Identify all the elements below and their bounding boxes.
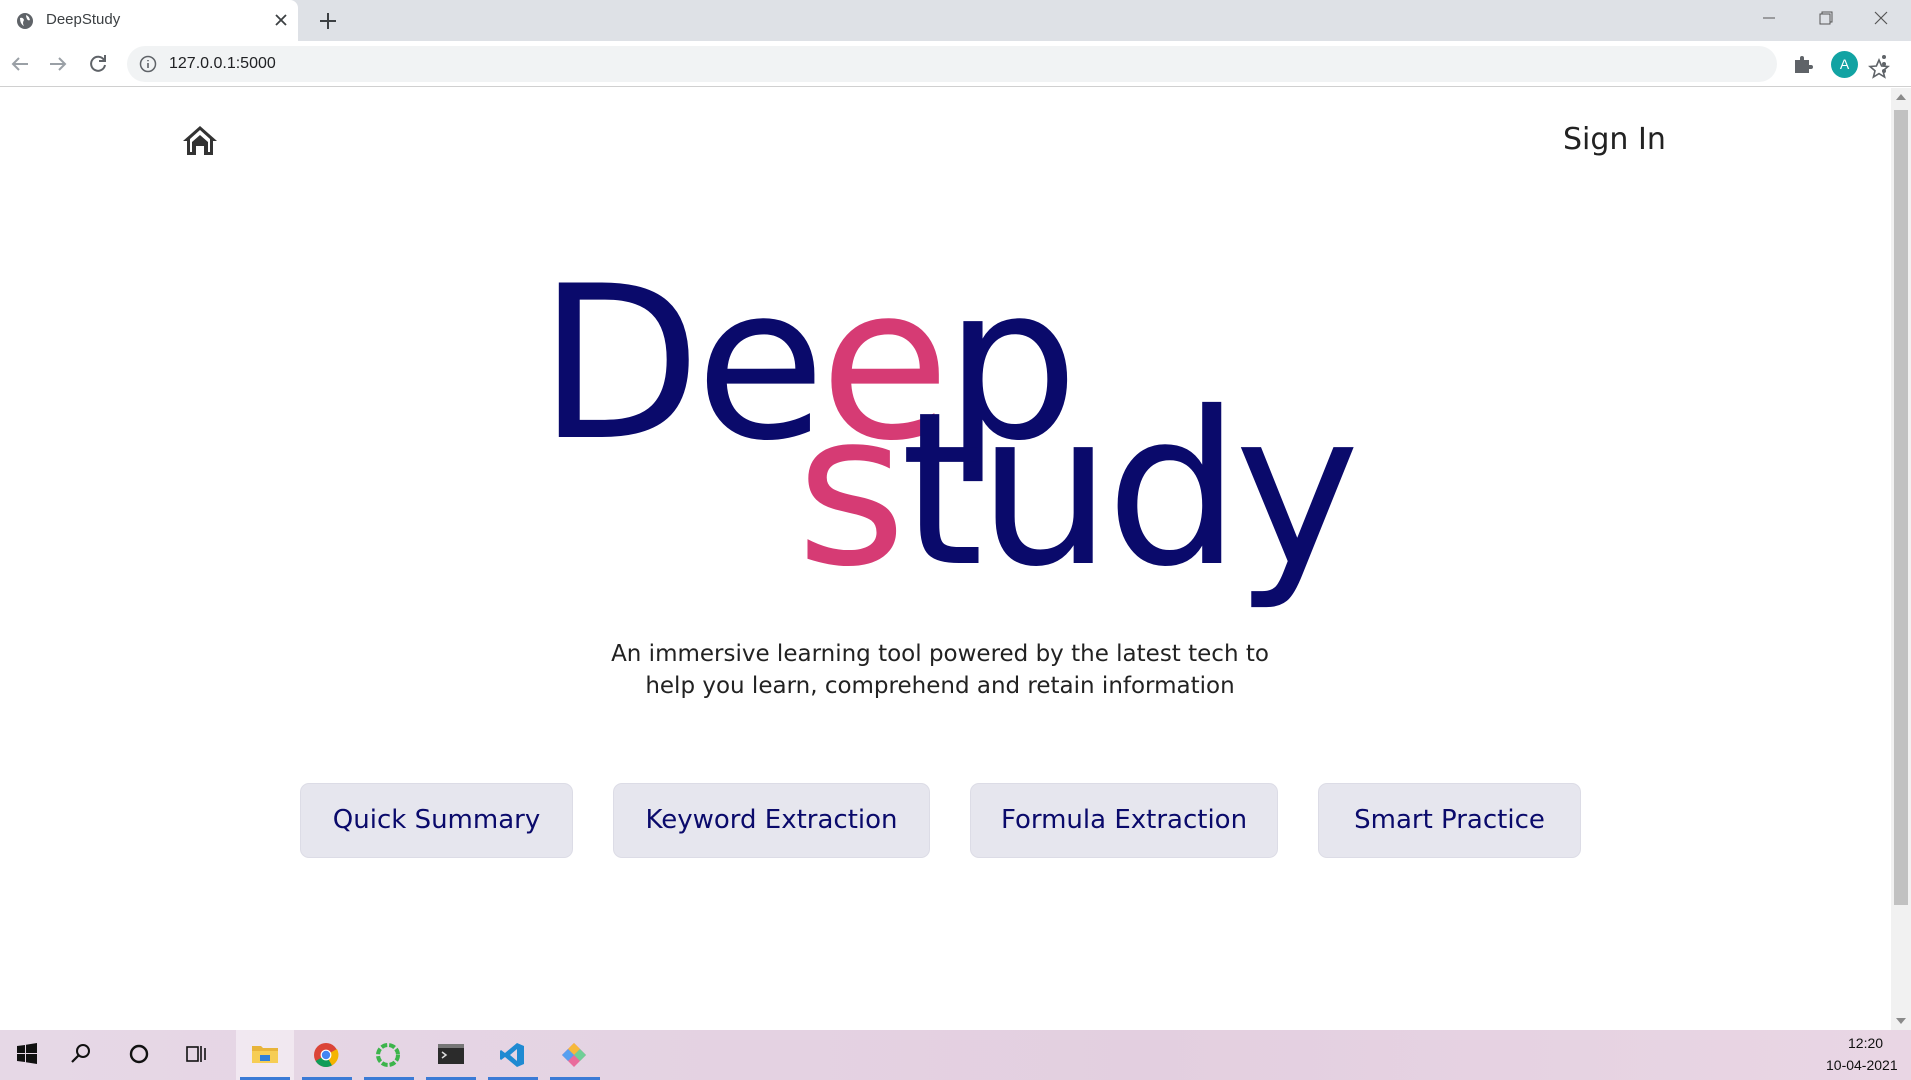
window-close-icon[interactable] — [1868, 8, 1894, 28]
browser-toolbar: 127.0.0.1:5000 A — [0, 41, 1911, 87]
chrome-button[interactable] — [298, 1030, 356, 1080]
extensions-puzzle-icon[interactable] — [1792, 53, 1814, 75]
vscode-button[interactable] — [484, 1030, 542, 1080]
tagline-line-1: An immersive learning tool powered by th… — [611, 641, 1269, 667]
git-app-button[interactable] — [546, 1030, 604, 1080]
vscode-icon — [500, 1043, 524, 1067]
profile-avatar[interactable]: A — [1831, 51, 1858, 78]
file-explorer-icon — [252, 1046, 278, 1063]
scroll-up-arrow-icon[interactable] — [1896, 94, 1906, 100]
start-button[interactable] — [0, 1030, 58, 1080]
windows-taskbar: 12:20 10-04-2021 — [0, 1030, 1911, 1080]
task-view-icon — [186, 1046, 206, 1062]
smart-practice-button[interactable]: Smart Practice — [1318, 783, 1581, 858]
kebab-menu-icon[interactable] — [1876, 53, 1892, 75]
logo-deep-prefix: De — [538, 240, 826, 487]
logo-study-accent: s — [796, 366, 906, 613]
reload-icon[interactable] — [86, 52, 110, 76]
new-tab-icon[interactable] — [315, 8, 341, 34]
restore-icon[interactable] — [1812, 8, 1838, 28]
close-icon[interactable] — [270, 9, 292, 31]
git-app-icon — [562, 1043, 586, 1067]
cortana-button[interactable] — [112, 1030, 170, 1080]
loader-app-icon — [376, 1043, 400, 1067]
browser-tab[interactable]: DeepStudy — [0, 0, 298, 41]
page-viewport: Sign In Deep study An immersive learning… — [0, 88, 1891, 1030]
address-bar[interactable]: 127.0.0.1:5000 — [127, 46, 1890, 82]
vertical-scrollbar[interactable] — [1891, 88, 1911, 1030]
logo-study-suffix: tudy — [900, 366, 1360, 613]
quick-summary-button[interactable]: Quick Summary — [300, 783, 573, 858]
minimize-icon[interactable] — [1756, 8, 1782, 28]
back-arrow-icon[interactable] — [8, 52, 32, 76]
windows-start-icon — [17, 1043, 37, 1064]
info-icon[interactable] — [139, 55, 157, 73]
terminal-button[interactable] — [422, 1030, 480, 1080]
scroll-thumb[interactable] — [1894, 110, 1908, 905]
terminal-icon — [438, 1044, 464, 1064]
scroll-down-arrow-icon[interactable] — [1896, 1018, 1906, 1024]
tagline-line-2: help you learn, comprehend and retain in… — [645, 673, 1235, 699]
url-text[interactable]: 127.0.0.1:5000 — [169, 55, 276, 73]
globe-icon — [17, 13, 33, 29]
logo-line-study: study — [796, 384, 1360, 596]
formula-extraction-button[interactable]: Formula Extraction — [970, 783, 1278, 858]
tab-strip: DeepStudy — [0, 0, 1911, 41]
tagline: An immersive learning tool powered by th… — [0, 638, 1880, 702]
task-view-button[interactable] — [170, 1030, 228, 1080]
clock-date[interactable]: 10-04-2021 — [1826, 1057, 1898, 1073]
deepstudy-logo: Deep study — [0, 88, 1891, 688]
search-button[interactable] — [54, 1030, 112, 1080]
search-icon — [71, 1044, 90, 1063]
chrome-icon — [314, 1043, 339, 1068]
clock-time[interactable]: 12:20 — [1848, 1035, 1883, 1051]
file-explorer-button[interactable] — [236, 1030, 294, 1080]
tab-title: DeepStudy — [46, 11, 121, 28]
keyword-extraction-button[interactable]: Keyword Extraction — [613, 783, 930, 858]
loader-app-button[interactable] — [360, 1030, 418, 1080]
forward-arrow-icon[interactable] — [46, 52, 70, 76]
cortana-icon — [129, 1044, 149, 1064]
